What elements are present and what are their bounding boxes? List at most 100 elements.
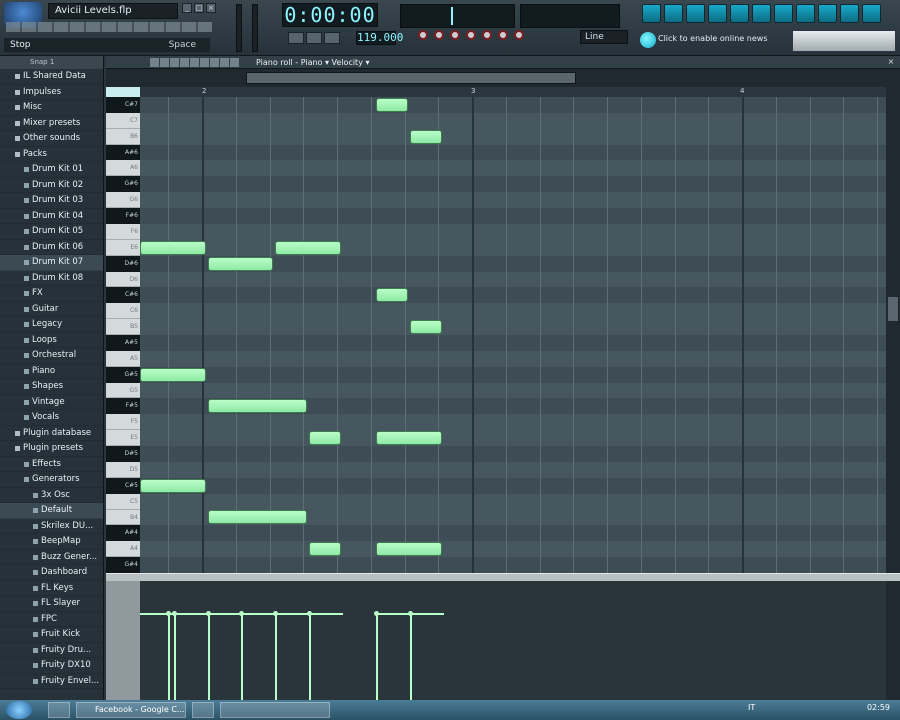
velocity-bar[interactable]	[308, 612, 311, 700]
browser-item[interactable]: FX	[0, 286, 103, 302]
browser-item[interactable]: BeepMap	[0, 534, 103, 550]
browser-item[interactable]: Other sounds	[0, 131, 103, 147]
browser-header[interactable]: Snap 1	[0, 56, 103, 69]
browser-item[interactable]: Vintage	[0, 395, 103, 410]
browser-item[interactable]: FL Keys	[0, 581, 103, 596]
browser-item[interactable]: Legacy	[0, 317, 103, 333]
piano-key[interactable]: G#5	[106, 366, 140, 383]
browser-item[interactable]: Drum Kit 08	[0, 271, 103, 286]
browser-item[interactable]: FPC	[0, 612, 103, 627]
note[interactable]	[140, 367, 206, 382]
scrollbar-thumb[interactable]	[246, 72, 576, 84]
browser-item[interactable]: Orchestral	[0, 348, 103, 364]
note[interactable]	[376, 431, 442, 446]
browser-item[interactable]: Shapes	[0, 379, 103, 395]
save-icon[interactable]	[774, 4, 793, 23]
stop-button[interactable]	[306, 32, 322, 44]
note[interactable]	[207, 256, 273, 271]
piano-key[interactable]: E5	[106, 430, 140, 447]
browser-item[interactable]: Drum Kit 03	[0, 193, 103, 209]
velocity-bar[interactable]	[241, 612, 244, 700]
browser-item[interactable]: Drum Kit 07	[0, 255, 103, 271]
browser-item[interactable]: Fruity Envel...	[0, 674, 103, 689]
browser-item[interactable]: Piano	[0, 364, 103, 379]
piano-key[interactable]: F#5	[106, 398, 140, 415]
velocity-handle[interactable]	[273, 610, 278, 616]
event-splitter[interactable]	[106, 573, 900, 581]
snap-select[interactable]: Line	[580, 30, 628, 44]
browser-item[interactable]: IL Shared Data	[0, 69, 103, 85]
browser-item[interactable]: Loops	[0, 333, 103, 348]
note[interactable]	[207, 399, 307, 414]
close-icon[interactable]: ×	[886, 57, 896, 67]
velocity-handle[interactable]	[306, 610, 312, 616]
language-indicator[interactable]: IT	[748, 703, 755, 712]
scrollbar-thumb[interactable]	[888, 297, 898, 321]
note[interactable]	[275, 240, 341, 255]
browser-item[interactable]: Vocals	[0, 410, 103, 426]
maximize-icon[interactable]: □	[194, 3, 204, 13]
piano-key[interactable]: A5	[106, 350, 140, 367]
timeline-ruler[interactable]: 2 3 4	[140, 87, 886, 97]
velocity-handle[interactable]	[408, 610, 413, 616]
knob-icon[interactable]	[482, 30, 492, 40]
horizontal-scrollbar[interactable]	[106, 69, 900, 87]
browser-item[interactable]: Fruity DX10	[0, 658, 103, 674]
browser-item[interactable]: Generators	[0, 472, 103, 488]
velocity-bar[interactable]	[275, 612, 277, 700]
velocity-bar[interactable]	[376, 612, 379, 700]
playlist-icon[interactable]	[642, 4, 661, 23]
velocity-bar[interactable]	[410, 612, 412, 700]
browser-item[interactable]: Mixer presets	[0, 116, 103, 131]
piano-keyboard[interactable]: C#7 C7 B6 A#6 A6 G#6 G6 F#6 F6 E6 D#6 D6 C#6 C6 B5 A#5 A…	[106, 87, 140, 573]
cpu-icon[interactable]	[752, 4, 771, 23]
piano-key[interactable]: G#4	[106, 557, 140, 573]
browser-item[interactable]: 3x Osc	[0, 488, 103, 503]
piano-key[interactable]: D6	[106, 271, 140, 288]
plugin-icon[interactable]	[862, 4, 881, 23]
minimize-icon[interactable]: _	[182, 3, 192, 13]
piano-key[interactable]: C#7	[106, 97, 140, 113]
select-icon[interactable]	[200, 58, 209, 67]
knob-icon[interactable]	[466, 30, 476, 40]
main-menu[interactable]	[6, 22, 212, 32]
piano-key[interactable]: A4	[106, 541, 140, 558]
mute-icon[interactable]	[180, 58, 189, 67]
piano-key[interactable]: B5	[106, 319, 140, 335]
zoom-icon[interactable]	[210, 58, 219, 67]
browser-icon[interactable]	[708, 4, 727, 23]
browser-item[interactable]: Plugin database	[0, 426, 103, 441]
note[interactable]	[140, 478, 206, 493]
piano-key[interactable]: C5	[106, 493, 140, 510]
velocity-handle[interactable]	[239, 610, 245, 616]
taskbar-item[interactable]	[220, 702, 330, 718]
velocity-handle[interactable]	[171, 610, 177, 616]
knob-icon[interactable]	[450, 30, 460, 40]
piano-roll-icon[interactable]	[686, 4, 705, 23]
piano-key[interactable]: G5	[106, 382, 140, 399]
browser-item[interactable]: Dashboard	[0, 565, 103, 581]
event-scrollbar[interactable]	[886, 581, 900, 700]
paint-icon[interactable]	[160, 58, 169, 67]
piano-key[interactable]: A6	[106, 160, 140, 177]
online-news-text[interactable]: Click to enable online news	[658, 34, 768, 43]
browser-item[interactable]: Default	[0, 503, 103, 519]
browser-item[interactable]: Misc	[0, 100, 103, 116]
delete-icon[interactable]	[170, 58, 179, 67]
note[interactable]	[308, 542, 341, 557]
browser-item[interactable]: FL Slayer	[0, 596, 103, 612]
note[interactable]	[410, 320, 442, 335]
mixer-icon[interactable]	[730, 4, 749, 23]
start-button[interactable]	[6, 701, 32, 719]
piano-key[interactable]: C#6	[106, 287, 140, 304]
piano-key[interactable]: A#4	[106, 525, 140, 542]
snap-icon[interactable]	[230, 58, 239, 67]
piano-roll-breadcrumb[interactable]: Piano roll - Piano ▾ Velocity ▾	[256, 56, 370, 69]
note[interactable]	[376, 288, 408, 303]
piano-key[interactable]: G#6	[106, 176, 140, 193]
note-grid[interactable]	[140, 97, 886, 573]
piano-key[interactable]: A#6	[106, 144, 140, 161]
play-button[interactable]	[288, 32, 304, 44]
master-volume-slider[interactable]	[236, 4, 242, 52]
piano-key[interactable]: B4	[106, 509, 140, 526]
